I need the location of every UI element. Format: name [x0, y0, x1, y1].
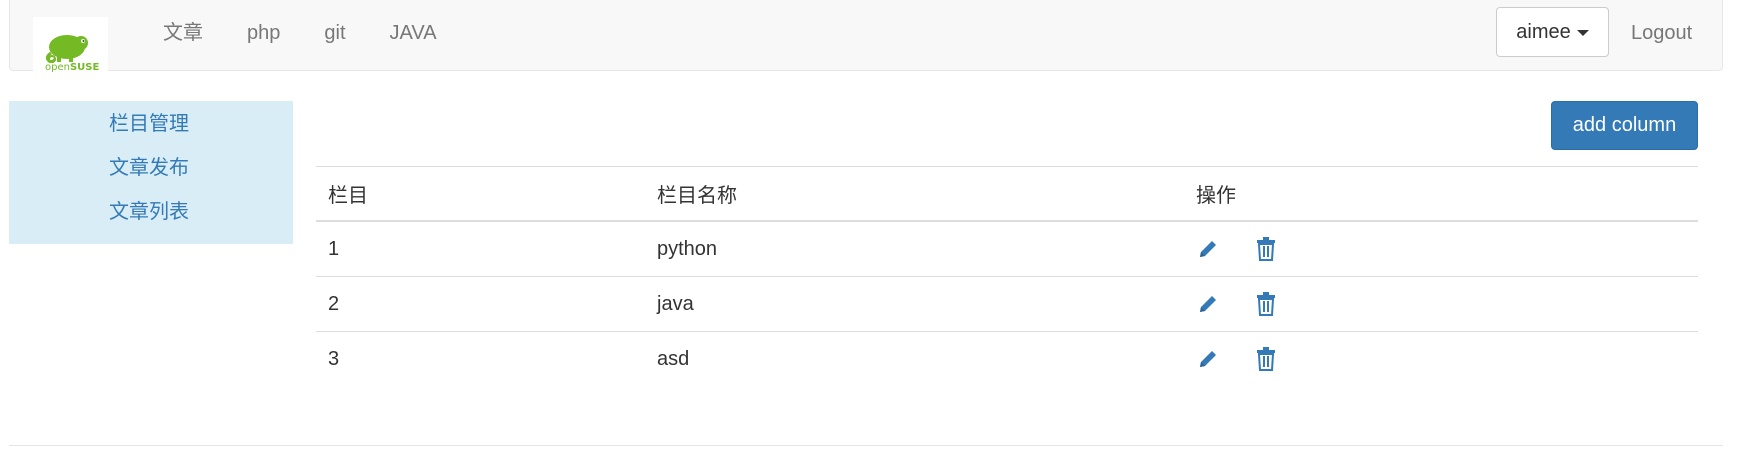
table-header-row: 栏目 栏目名称 操作: [316, 166, 1698, 221]
nav-link-git[interactable]: git: [302, 20, 367, 46]
pencil-icon[interactable]: [1196, 347, 1220, 371]
header-column-id: 栏目: [328, 185, 368, 207]
trash-icon[interactable]: [1254, 347, 1278, 371]
brand-text-open: open: [45, 62, 70, 73]
pencil-icon[interactable]: [1196, 292, 1220, 316]
footer-divider: [9, 445, 1723, 446]
row-actions: [1196, 277, 1278, 331]
sidebar: 栏目管理 文章发布 文章列表: [9, 101, 293, 244]
brand-text-suse: SUSE: [69, 62, 100, 73]
header-actions: 操作: [1196, 185, 1236, 207]
nav-link-php[interactable]: php: [225, 20, 302, 46]
row-actions: [1196, 332, 1278, 386]
brand-logo[interactable]: openSUSE: [33, 17, 108, 81]
add-column-button[interactable]: add column: [1551, 101, 1698, 150]
row-id: 2: [328, 292, 340, 315]
logout-link[interactable]: Logout: [1631, 20, 1692, 46]
header-column-name: 栏目名称: [657, 185, 737, 207]
user-menu-button[interactable]: aimee: [1496, 7, 1609, 57]
table-row: 2 java: [316, 276, 1698, 331]
nav-link-articles[interactable]: 文章: [153, 20, 225, 46]
sidebar-item-column-management[interactable]: 栏目管理: [109, 111, 189, 137]
row-id: 3: [328, 347, 340, 370]
sidebar-item-publish-article[interactable]: 文章发布: [109, 155, 189, 181]
columns-table: 栏目 栏目名称 操作 1 python 2 java 3 asd: [316, 166, 1698, 386]
pencil-icon[interactable]: [1196, 237, 1220, 261]
row-actions: [1196, 222, 1278, 276]
table-row: 1 python: [316, 221, 1698, 276]
row-name: asd: [657, 347, 690, 370]
brand-wordmark: openSUSE: [45, 62, 99, 73]
row-name: python: [657, 237, 718, 260]
trash-icon[interactable]: [1254, 237, 1278, 261]
sidebar-item-article-list[interactable]: 文章列表: [109, 199, 189, 225]
top-navbar: openSUSE 文章 php git JAVA aimee Logout: [9, 0, 1723, 81]
caret-down-icon: [1576, 30, 1589, 36]
main-nav: 文章 php git JAVA: [153, 20, 459, 46]
trash-icon[interactable]: [1254, 292, 1278, 316]
table-row: 3 asd: [316, 331, 1698, 386]
chameleon-icon: [45, 35, 88, 64]
user-menu-label: aimee: [1516, 20, 1571, 43]
row-name: java: [657, 292, 694, 315]
nav-link-java[interactable]: JAVA: [368, 20, 459, 46]
row-id: 1: [328, 237, 340, 260]
